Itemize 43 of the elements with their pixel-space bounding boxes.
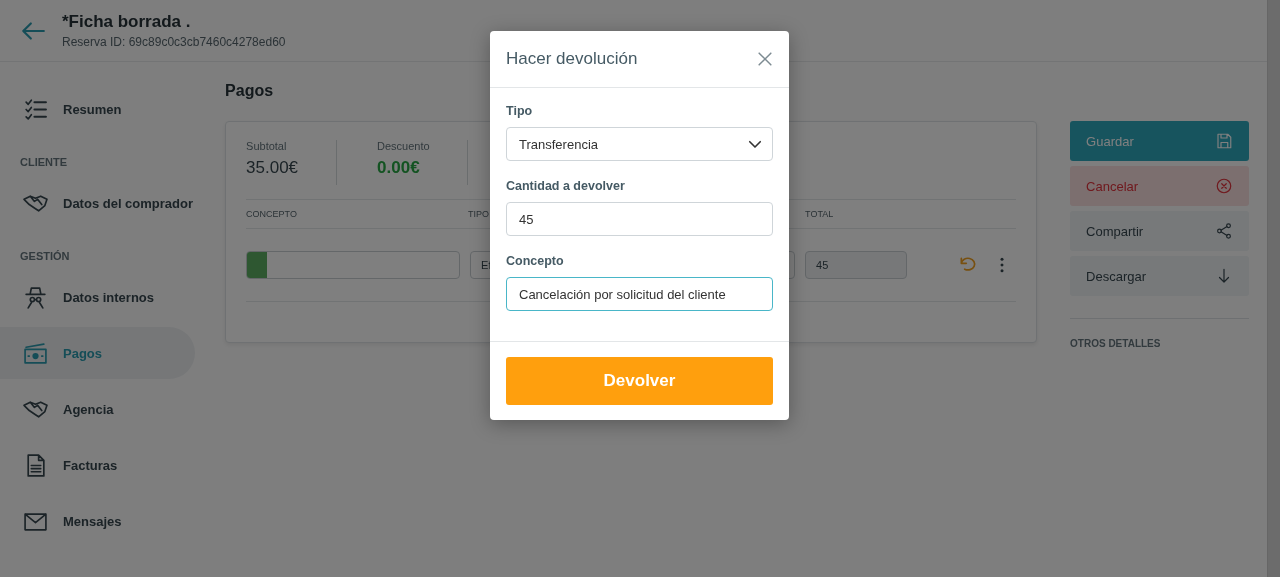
nav-item[interactable]: Datos internos	[0, 271, 195, 323]
input-field[interactable]: 45	[506, 202, 773, 236]
close-icon	[755, 49, 775, 69]
field-label: Cantidad a devolver	[506, 179, 626, 194]
summary-label: Descuento	[377, 140, 428, 152]
nav-item[interactable]: Resumen	[0, 83, 195, 135]
cancel-button[interactable]: Cancelar	[1070, 166, 1250, 206]
column-header: TOTAL	[805, 209, 835, 219]
concept-field[interactable]	[246, 251, 461, 279]
page-title: *Ficha borrada .	[62, 12, 192, 32]
banknote-icon	[23, 340, 48, 366]
nav-item[interactable]: Datos del comprador	[0, 177, 195, 229]
input-field[interactable]: Cancelación por solicitud del cliente	[506, 277, 773, 311]
refund-button[interactable]: Devolver	[506, 357, 773, 405]
reservation-id: Reserva ID: 69c89c0c3cb7460c4278ed60	[62, 35, 286, 49]
color-swatch	[247, 252, 268, 278]
scrollbar[interactable]	[1267, 0, 1280, 577]
field-label: Concepto	[506, 254, 565, 269]
nav-item[interactable]: Pagos	[0, 327, 195, 379]
close-circle-icon	[1215, 177, 1234, 195]
nav-item[interactable]: Agencia	[0, 383, 195, 435]
summary-label: Subtotal	[246, 140, 288, 152]
summary-value: 35.00€	[246, 158, 297, 178]
close-button[interactable]	[755, 49, 775, 69]
summary-value: 0.00€	[377, 158, 421, 178]
dialog-title: Hacer devolución	[506, 49, 638, 69]
checklist-icon	[23, 96, 48, 122]
section-heading: GESTIÓN	[19, 249, 71, 264]
nav-item[interactable]: Mensajes	[0, 495, 195, 547]
save-button[interactable]: Guardar	[1070, 121, 1250, 161]
share-icon	[1215, 222, 1234, 240]
hat-figure-icon	[23, 284, 48, 310]
section-heading: CLIENTE	[19, 155, 69, 170]
total-field[interactable]: 45	[805, 251, 908, 279]
column-header: CONCEPTO	[246, 209, 298, 219]
section-heading: OTROS DETALLES	[1070, 338, 1162, 349]
nav-item[interactable]: Facturas	[0, 439, 195, 491]
section-title: Pagos	[225, 82, 275, 101]
field-label: Tipo	[506, 104, 534, 119]
share-button[interactable]: Compartir	[1070, 211, 1250, 251]
column-header: TIPO	[468, 209, 491, 219]
type-select[interactable]: Transferencia	[506, 127, 773, 161]
download-button[interactable]: Descargar	[1070, 256, 1250, 296]
